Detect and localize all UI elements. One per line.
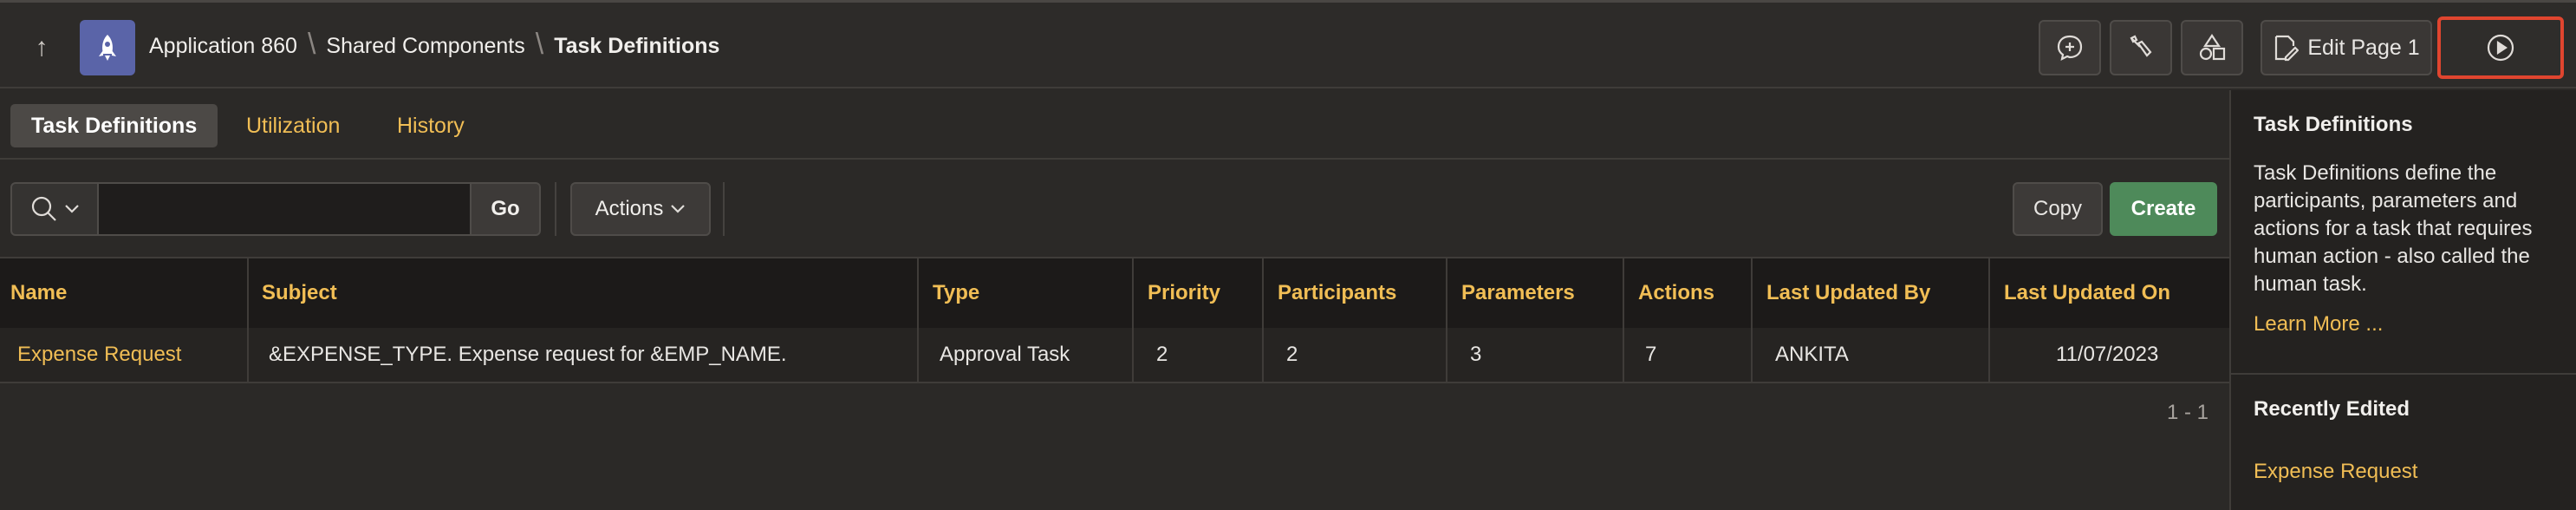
play-circle-icon <box>2487 34 2514 62</box>
column-header-name[interactable]: Name <box>10 258 67 328</box>
row-parameters: 3 <box>1470 343 1482 366</box>
row-name-link[interactable]: Expense Request <box>17 328 181 382</box>
side-panel-title: Task Definitions <box>2254 113 2413 136</box>
column-header-priority[interactable]: Priority <box>1148 258 1220 328</box>
report-toolbar: Go Actions Copy Create <box>0 161 2229 258</box>
column-divider <box>1446 258 1447 383</box>
edit-page-label: Edit Page 1 <box>2307 35 2420 60</box>
row-last-updated-on: 11/07/2023 <box>2056 343 2159 366</box>
app-icon[interactable] <box>80 20 135 75</box>
breadcrumb-separator: \ <box>307 28 316 61</box>
table-row: Expense Request &EXPENSE_TYPE. Expense r… <box>0 328 2229 383</box>
breadcrumb-current: Task Definitions <box>554 34 720 58</box>
column-header-last-updated-by[interactable]: Last Updated By <box>1766 258 1930 328</box>
up-arrow-icon[interactable]: ↑ <box>26 32 57 63</box>
tab-utilization[interactable]: Utilization <box>225 104 361 147</box>
column-header-subject[interactable]: Subject <box>262 258 337 328</box>
recent-item-link[interactable]: Expense Request <box>2254 460 2417 484</box>
row-priority: 2 <box>1156 343 1168 366</box>
chat-plus-icon <box>2057 35 2083 61</box>
column-divider <box>1988 258 1990 383</box>
search-input[interactable] <box>99 182 472 236</box>
pagination-info: 1 - 1 <box>2167 401 2209 424</box>
search-column-selector[interactable] <box>10 182 99 236</box>
toolbar-divider <box>555 182 556 236</box>
column-header-participants[interactable]: Participants <box>1278 258 1396 328</box>
chevron-down-icon <box>65 205 79 213</box>
top-toolbar: ↑ Application 860 \ Shared Components \ … <box>0 0 2576 88</box>
row-participants: 2 <box>1286 343 1298 366</box>
learn-more-link[interactable]: Learn More ... <box>2254 312 2383 337</box>
column-divider <box>247 258 249 383</box>
toolbar-divider <box>723 182 725 236</box>
column-header-actions[interactable]: Actions <box>1638 258 1714 328</box>
tab-bar: Task Definitions Utilization History <box>0 90 2229 160</box>
shapes-icon <box>2199 34 2226 61</box>
column-divider <box>1132 258 1134 383</box>
go-button[interactable]: Go <box>472 182 541 236</box>
run-page-button[interactable] <box>2437 16 2564 79</box>
breadcrumb-application[interactable]: Application 860 <box>149 34 297 59</box>
row-last-updated-by: ANKITA <box>1775 343 1849 366</box>
table-header: Name Subject Type Priority Participants … <box>0 258 2229 328</box>
column-header-parameters[interactable]: Parameters <box>1461 258 1575 328</box>
recently-edited-title: Recently Edited <box>2254 397 2410 421</box>
row-actions: 7 <box>1645 343 1657 366</box>
side-panel-divider <box>2231 373 2576 375</box>
actions-label: Actions <box>595 197 664 220</box>
help-side-panel: Task Definitions Task Definitions define… <box>2229 90 2576 510</box>
side-panel-description: Task Definitions define the participants… <box>2254 161 2533 296</box>
column-divider <box>1751 258 1753 383</box>
column-header-last-updated-on[interactable]: Last Updated On <box>2004 258 2170 328</box>
row-subject: &EXPENSE_TYPE. Expense request for &EMP_… <box>269 343 787 366</box>
breadcrumb-shared-components[interactable]: Shared Components <box>326 34 524 59</box>
tab-history[interactable]: History <box>376 104 485 147</box>
chevron-down-icon <box>671 205 686 213</box>
column-divider <box>1623 258 1624 383</box>
copy-button[interactable]: Copy <box>2013 182 2103 236</box>
tab-task-definitions[interactable]: Task Definitions <box>10 104 218 147</box>
breadcrumb-separator: \ <box>535 28 544 61</box>
search-icon <box>31 196 56 221</box>
actions-menu-button[interactable]: Actions <box>570 182 711 236</box>
row-type: Approval Task <box>940 343 1070 366</box>
wrench-icon <box>2130 35 2152 57</box>
column-divider <box>917 258 919 383</box>
column-header-type[interactable]: Type <box>933 258 979 328</box>
edit-page-icon <box>2275 35 2300 62</box>
create-button[interactable]: Create <box>2110 182 2217 236</box>
column-divider <box>1262 258 1264 383</box>
feedback-button[interactable] <box>2039 20 2101 75</box>
breadcrumb: Application 860 \ Shared Components \ Ta… <box>149 28 720 61</box>
search-group: Go <box>10 182 541 236</box>
rocket-icon <box>99 35 116 61</box>
developer-tools-button[interactable] <box>2110 20 2172 75</box>
shared-components-button[interactable] <box>2181 20 2243 75</box>
edit-page-button[interactable]: Edit Page 1 <box>2261 20 2432 75</box>
